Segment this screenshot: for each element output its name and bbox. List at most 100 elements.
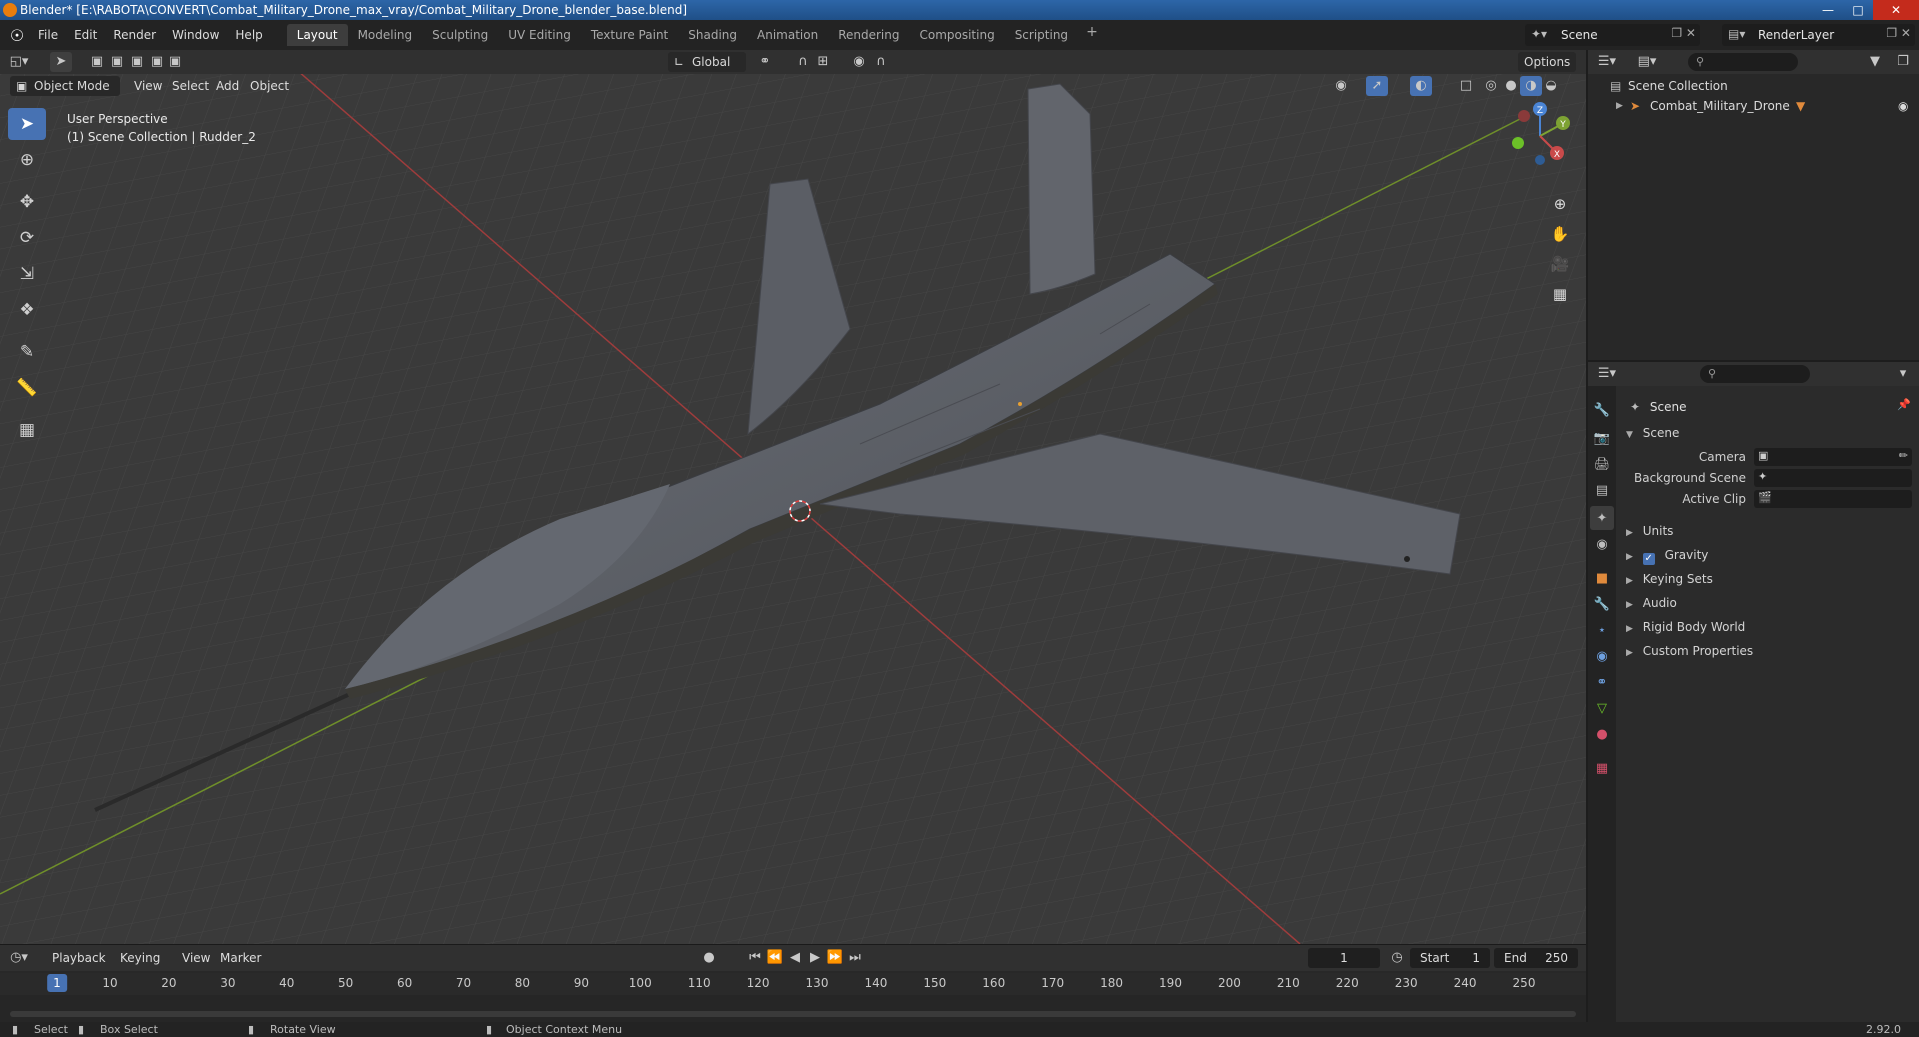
physics-tab-icon[interactable]: ◉ <box>1590 644 1614 668</box>
texture-tab-icon[interactable]: ▦ <box>1590 756 1614 780</box>
gravity-panel[interactable]: ▶ ✓ Gravity <box>1620 544 1919 566</box>
menu-render[interactable]: Render <box>105 24 164 46</box>
menu-add[interactable]: Add <box>210 76 245 96</box>
output-tab-icon[interactable]: 🖨 <box>1590 452 1614 476</box>
scale-tool-icon[interactable]: ⇲ <box>8 258 46 290</box>
menu-marker[interactable]: Marker <box>214 948 267 968</box>
scene-tab-icon[interactable]: ✦ <box>1590 506 1614 530</box>
custom-properties-panel[interactable]: ▶ Custom Properties <box>1620 640 1919 662</box>
minimize-icon[interactable]: — <box>1813 0 1843 20</box>
select-box-tool-icon[interactable]: ➤ <box>8 108 46 140</box>
eyedropper-icon[interactable]: ✏ <box>1899 449 1908 462</box>
outliner-search-input[interactable]: ⚲ <box>1688 53 1798 71</box>
transform-tool-icon[interactable]: ❖ <box>8 294 46 326</box>
particles-tab-icon[interactable]: ⋆ <box>1590 618 1614 642</box>
camera-field[interactable]: ▣ ✏ <box>1754 448 1912 466</box>
close-icon[interactable]: ✕ <box>1873 0 1919 20</box>
prev-keyframe-icon[interactable]: ⏪ <box>764 948 786 968</box>
menu-window[interactable]: Window <box>164 24 227 46</box>
measure-tool-icon[interactable]: 📏 <box>8 372 46 404</box>
keying-sets-panel[interactable]: ▶ Keying Sets <box>1620 568 1919 590</box>
tab-compositing[interactable]: Compositing <box>909 24 1004 46</box>
rendered-shading-icon[interactable]: ◒ <box>1540 76 1562 96</box>
view-layer-tab-icon[interactable]: ▤ <box>1590 478 1614 502</box>
material-shading-icon[interactable]: ◑ <box>1520 76 1542 96</box>
tab-layout[interactable]: Layout <box>286 24 348 46</box>
xray-icon[interactable]: □ <box>1455 76 1477 96</box>
select-mode-new-icon[interactable]: ▣ <box>86 52 108 72</box>
tool-tab-icon[interactable]: 🔧 <box>1590 398 1614 422</box>
new-collection-icon[interactable]: ❐ <box>1892 52 1914 72</box>
timeline-scrollbar[interactable] <box>10 1011 1576 1017</box>
world-tab-icon[interactable]: ◉ <box>1590 532 1614 556</box>
filter-icon[interactable]: ▼ <box>1864 52 1886 72</box>
next-keyframe-icon[interactable]: ⏩ <box>824 948 846 968</box>
menu-timeline-view[interactable]: View <box>176 948 216 968</box>
properties-options-icon[interactable]: ▾ <box>1892 364 1914 384</box>
tab-animation[interactable]: Animation <box>747 24 828 46</box>
camera-view-icon[interactable]: 🎥 <box>1546 250 1574 278</box>
menu-edit[interactable]: Edit <box>66 24 105 46</box>
annotate-tool-icon[interactable]: ✎ <box>8 336 46 368</box>
maximize-icon[interactable]: □ <box>1843 0 1873 20</box>
scene-buttons[interactable]: ❐ ✕ <box>1671 26 1696 40</box>
data-tab-icon[interactable]: ▽ <box>1590 696 1614 720</box>
eye-icon[interactable]: ◉ <box>1898 96 1908 116</box>
options-dropdown[interactable]: Options <box>1518 52 1577 72</box>
wireframe-shading-icon[interactable]: ◎ <box>1480 76 1502 96</box>
select-mode-subtract-icon[interactable]: ▣ <box>126 52 148 72</box>
tab-texture-paint[interactable]: Texture Paint <box>581 24 678 46</box>
play-reverse-icon[interactable]: ◀ <box>784 948 806 968</box>
pivot-point-icon[interactable]: ⚭ <box>754 52 776 72</box>
tab-rendering[interactable]: Rendering <box>828 24 909 46</box>
tab-shading[interactable]: Shading <box>678 24 747 46</box>
modifier-tab-icon[interactable]: 🔧 <box>1590 592 1614 616</box>
display-mode-icon[interactable]: ▤▾ <box>1636 52 1658 72</box>
tab-uv-editing[interactable]: UV Editing <box>498 24 581 46</box>
select-mode-intersect-icon[interactable]: ▣ <box>164 52 186 72</box>
solid-shading-icon[interactable]: ● <box>1500 76 1522 96</box>
timeline-ruler[interactable]: 1 10 20 30 40 50 60 70 80 90 100 110 120 130 140 150 16… <box>0 973 1586 995</box>
units-panel[interactable]: ▶ Units <box>1620 520 1919 542</box>
object-tab-icon[interactable]: ■ <box>1590 566 1614 590</box>
3d-viewport[interactable]: User Perspective (1) Scene Collection | … <box>0 74 1586 944</box>
snap-target-icon[interactable]: ⊞ <box>812 52 834 72</box>
record-icon[interactable]: ● <box>698 948 720 968</box>
snap-icon[interactable]: ∩ <box>792 52 814 72</box>
tab-sculpting[interactable]: Sculpting <box>422 24 498 46</box>
scene-panel-header[interactable]: ▼ Scene <box>1620 422 1919 444</box>
menu-view[interactable]: View <box>128 76 168 96</box>
view-layer-buttons[interactable]: ❐ ✕ <box>1886 26 1911 40</box>
add-cube-tool-icon[interactable]: ▦ <box>8 414 46 446</box>
properties-editor-type-icon[interactable]: ☰▾ <box>1596 364 1618 384</box>
timeline-editor-type-icon[interactable]: ◷▾ <box>8 948 30 968</box>
modifier-icon[interactable]: ▼ <box>1796 96 1805 116</box>
outliner-scene-collection[interactable]: ▤ Scene Collection <box>1588 76 1919 96</box>
material-tab-icon[interactable]: ● <box>1590 722 1614 746</box>
visibility-icon[interactable]: ◉ <box>1330 76 1352 96</box>
falloff-icon[interactable]: ∩ <box>870 52 892 72</box>
background-scene-field[interactable]: ✦ <box>1754 469 1912 487</box>
tab-scripting[interactable]: Scripting <box>1005 24 1078 46</box>
start-frame-field[interactable]: Start 1 <box>1410 948 1490 968</box>
menu-keying[interactable]: Keying <box>114 948 166 968</box>
select-tool-icon[interactable]: ➤ <box>50 52 72 72</box>
constraints-tab-icon[interactable]: ⚭ <box>1590 670 1614 694</box>
pin-icon[interactable]: 📌 <box>1897 398 1911 411</box>
cursor-tool-icon[interactable]: ⊕ <box>8 144 46 176</box>
blender-logo-icon[interactable]: ☉ <box>4 22 30 48</box>
scene-selector[interactable]: ✦▾ Scene ❐ ✕ <box>1525 24 1700 46</box>
play-icon[interactable]: ▶ <box>804 948 826 968</box>
outliner-editor-type-icon[interactable]: ☰▾ <box>1596 52 1618 72</box>
properties-search-input[interactable]: ⚲ <box>1700 365 1810 383</box>
view-layer-selector[interactable]: ▤▾ RenderLayer ❐ ✕ <box>1722 24 1915 46</box>
gizmo-toggle-icon[interactable]: ➚ <box>1366 76 1388 96</box>
jump-start-icon[interactable]: ⏮ <box>744 948 766 968</box>
menu-file[interactable]: File <box>30 24 66 46</box>
gravity-checkbox[interactable]: ✓ <box>1642 553 1655 565</box>
proportional-edit-icon[interactable]: ◉ <box>848 52 870 72</box>
current-frame-marker[interactable]: 1 <box>47 974 67 992</box>
overlay-toggle-icon[interactable]: ◐ <box>1410 76 1432 96</box>
menu-help[interactable]: Help <box>227 24 270 46</box>
add-workspace-icon[interactable]: + <box>1078 24 1106 46</box>
